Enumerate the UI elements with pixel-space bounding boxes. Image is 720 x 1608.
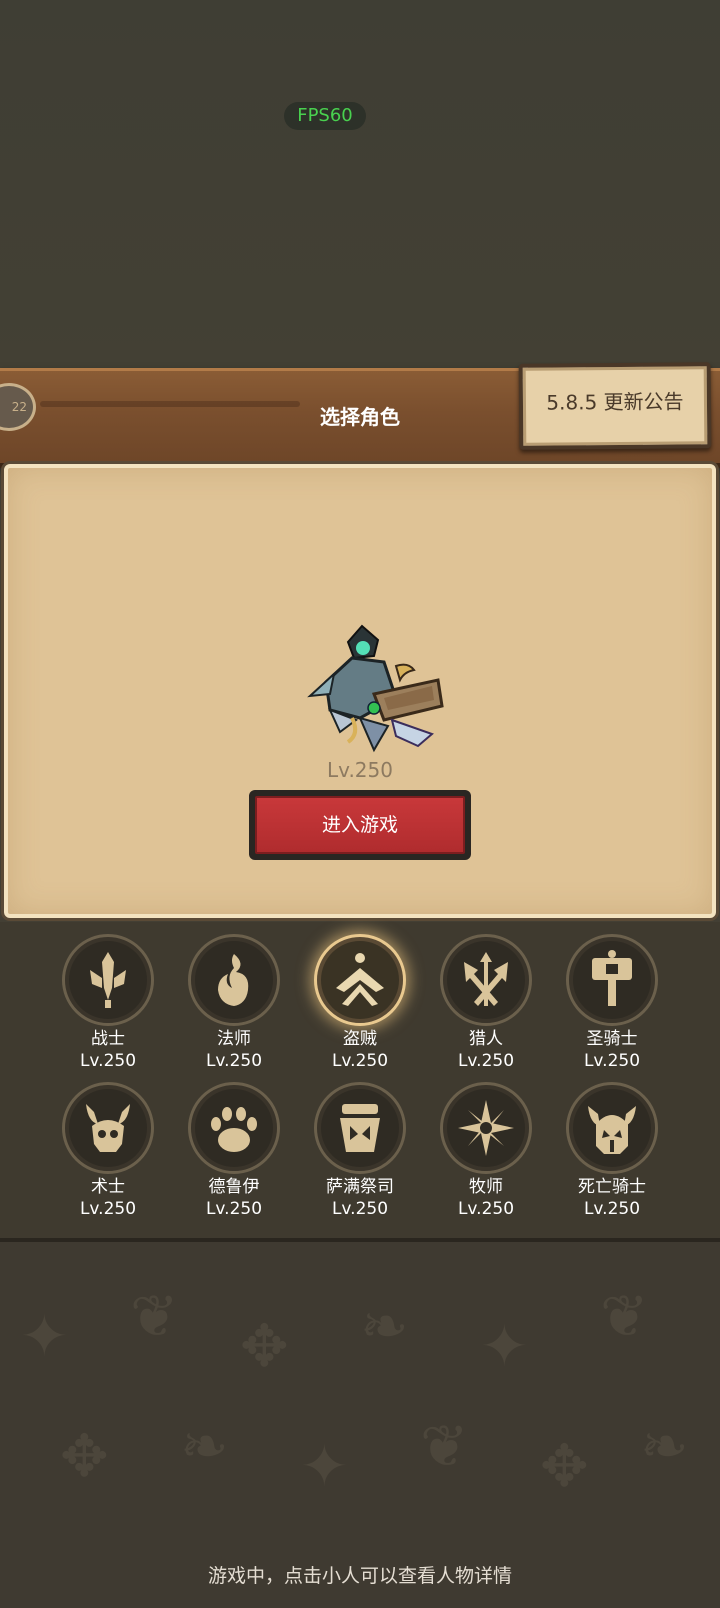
class-level: Lv.250 bbox=[331, 1051, 389, 1071]
class-level: Lv.250 bbox=[583, 1051, 641, 1071]
decor-rune-icon: ✥ bbox=[540, 1432, 589, 1500]
class-name: 牧师 bbox=[469, 1177, 503, 1197]
footer-hint: 游戏中，点击小人可以查看人物详情 bbox=[207, 1565, 512, 1587]
class-mage[interactable]: 法师 Lv.250 bbox=[179, 934, 289, 1074]
class-level: Lv.250 bbox=[205, 1051, 263, 1071]
decor-flame-icon: ❧ bbox=[360, 1292, 409, 1360]
class-name: 术士 bbox=[91, 1177, 125, 1197]
class-name: 猎人 bbox=[469, 1029, 503, 1049]
decor-rune-icon: ✦ bbox=[20, 1302, 69, 1370]
totem-emblem-icon bbox=[314, 1082, 406, 1174]
decor-rune-icon: ✦ bbox=[480, 1312, 529, 1380]
class-hunter[interactable]: 猎人 Lv.250 bbox=[431, 934, 541, 1074]
decor-flame-icon: ❦ bbox=[420, 1412, 469, 1480]
class-name: 战士 bbox=[91, 1029, 125, 1049]
class-name: 圣骑士 bbox=[586, 1029, 638, 1049]
class-level: Lv.250 bbox=[583, 1199, 641, 1219]
arrows-emblem-icon bbox=[440, 934, 532, 1026]
flame-emblem-icon bbox=[188, 934, 280, 1026]
class-name: 德鲁伊 bbox=[208, 1177, 260, 1197]
class-priest[interactable]: 牧师 Lv.250 bbox=[431, 1082, 541, 1222]
class-level: Lv.250 bbox=[457, 1051, 515, 1071]
decor-flame-icon: ❦ bbox=[130, 1282, 179, 1350]
star-burst-icon bbox=[440, 1082, 532, 1174]
class-warrior[interactable]: 战士 Lv.250 bbox=[53, 934, 163, 1074]
class-warlock[interactable]: 术士 Lv.250 bbox=[53, 1082, 163, 1222]
class-level: Lv.250 bbox=[79, 1051, 137, 1071]
horned-helmet-icon bbox=[566, 1082, 658, 1174]
decor-rune-icon: ✦ bbox=[300, 1432, 349, 1500]
class-level: Lv.250 bbox=[457, 1199, 515, 1219]
class-shaman[interactable]: 萨满祭司 Lv.250 bbox=[305, 1082, 415, 1222]
enter-game-label: 进入游戏 bbox=[255, 796, 465, 854]
class-rogue[interactable]: 盗贼 Lv.250 bbox=[305, 934, 415, 1074]
class-paladin[interactable]: 圣骑士 Lv.250 bbox=[557, 934, 667, 1074]
rogue-character-sprite[interactable] bbox=[300, 622, 460, 767]
decor-flame-icon: ❧ bbox=[640, 1412, 689, 1480]
update-notice-button[interactable]: 5.8.5 更新公告 bbox=[518, 362, 712, 450]
class-druid[interactable]: 德鲁伊 Lv.250 bbox=[179, 1082, 289, 1222]
decor-rune-icon: ✥ bbox=[60, 1422, 109, 1490]
class-level: Lv.250 bbox=[331, 1199, 389, 1219]
class-level: Lv.250 bbox=[79, 1199, 137, 1219]
horned-skull-icon bbox=[62, 1082, 154, 1174]
class-name: 法师 bbox=[217, 1029, 251, 1049]
enter-game-button[interactable]: 进入游戏 bbox=[249, 790, 471, 860]
decor-flame-icon: ❧ bbox=[180, 1412, 229, 1480]
class-level: Lv.250 bbox=[205, 1199, 263, 1219]
crossed-daggers-icon bbox=[314, 934, 406, 1026]
class-death-knight[interactable]: 死亡骑士 Lv.250 bbox=[557, 1082, 667, 1222]
class-name: 萨满祭司 bbox=[326, 1177, 394, 1197]
fps-counter: FPS60 bbox=[284, 102, 366, 130]
decor-flame-icon: ❦ bbox=[600, 1282, 649, 1350]
sword-emblem-icon bbox=[62, 934, 154, 1026]
class-name: 盗贼 bbox=[343, 1029, 377, 1049]
bottom-background: ✦ ❦ ✥ ❧ ✦ ❦ ✥ ❧ ✦ ❦ ✥ ❧ bbox=[0, 1242, 720, 1608]
paw-print-icon bbox=[188, 1082, 280, 1174]
class-name: 死亡骑士 bbox=[578, 1177, 646, 1197]
top-background bbox=[0, 0, 720, 370]
decor-rune-icon: ✥ bbox=[240, 1312, 289, 1380]
hammer-emblem-icon bbox=[566, 934, 658, 1026]
hero-level: Lv.250 bbox=[327, 758, 393, 782]
